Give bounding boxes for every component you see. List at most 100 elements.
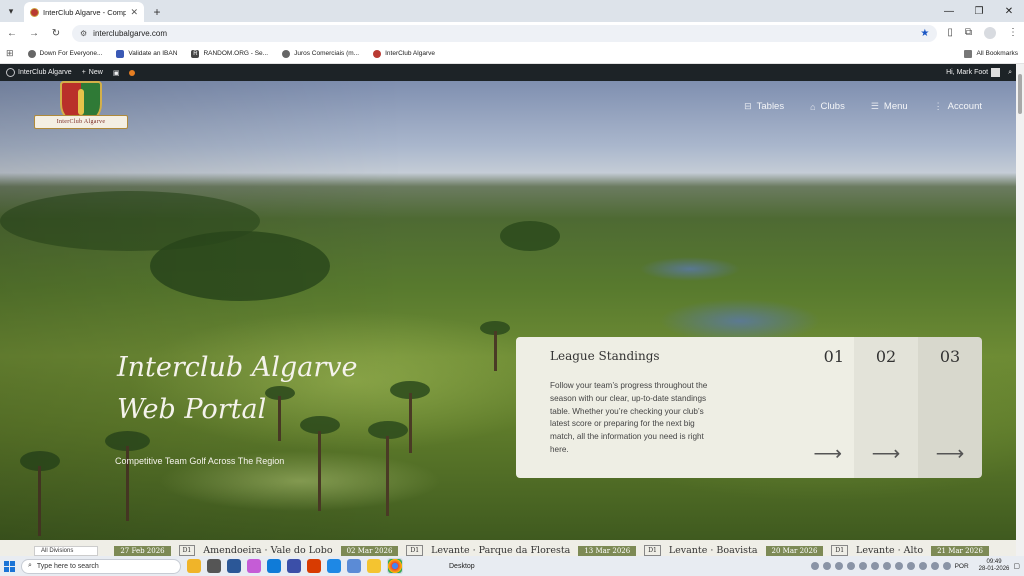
calculator-icon[interactable] bbox=[347, 559, 361, 573]
system-tray: POR 09:49 28-01-2026 ▢ bbox=[810, 559, 1020, 573]
globe-icon bbox=[27, 49, 36, 58]
league-standings-panel[interactable]: League Standings 01 Follow your team’s p… bbox=[516, 337, 854, 478]
apps-grid-icon[interactable]: ⊞ bbox=[6, 48, 14, 59]
user-avatar bbox=[991, 68, 1001, 77]
back-arrow-icon[interactable]: ← bbox=[6, 28, 18, 39]
nav-tables[interactable]: ⊟ Tables bbox=[744, 101, 784, 112]
wp-plugin-icon[interactable]: ▣ bbox=[113, 69, 120, 77]
taskbar-search-input[interactable]: ⌕ Type here to search bbox=[21, 558, 181, 574]
edge-icon[interactable] bbox=[267, 559, 281, 573]
fixture-division: D1 bbox=[831, 545, 849, 556]
nav-clubs[interactable]: ⌂ Clubs bbox=[810, 101, 845, 112]
site-favicon-icon bbox=[30, 7, 39, 17]
clock-time: 09:49 bbox=[986, 559, 1002, 565]
tray-app-icon[interactable] bbox=[882, 562, 891, 570]
tray-app-icon[interactable] bbox=[894, 562, 903, 570]
tray-app-icon[interactable] bbox=[810, 562, 819, 570]
fixture-match[interactable]: Levante · Parque da Floresta bbox=[431, 545, 570, 556]
random-org-icon: R bbox=[191, 49, 200, 58]
close-window-button[interactable]: ✕ bbox=[994, 0, 1024, 22]
bookmark-star-icon[interactable]: ★ bbox=[920, 28, 929, 39]
notifications-icon[interactable]: ▢ bbox=[1013, 562, 1020, 570]
wp-new-button[interactable]: + New bbox=[82, 69, 103, 76]
file-explorer-icon[interactable] bbox=[367, 559, 381, 573]
wp-status-dot-icon[interactable] bbox=[129, 69, 136, 76]
mail-icon[interactable] bbox=[327, 559, 341, 573]
wp-search-icon[interactable]: ⌕ bbox=[1008, 69, 1012, 77]
bookmark-item[interactable]: InterClub Algarve bbox=[373, 49, 435, 58]
panel-number: 02 bbox=[875, 347, 897, 366]
hero-title: Interclub Algarve Web Portal bbox=[117, 352, 358, 425]
tab-search-button[interactable]: ▾ bbox=[0, 0, 22, 22]
fixture-date: 21 Mar 2026 bbox=[931, 546, 989, 556]
bookmark-label: Down For Everyone... bbox=[39, 50, 103, 57]
bookmark-item[interactable]: Juros Comerciais (m... bbox=[282, 49, 359, 58]
bookmark-item[interactable]: Down For Everyone... bbox=[27, 49, 103, 58]
tray-app-icon[interactable] bbox=[858, 562, 867, 570]
tab-close-icon[interactable]: ✕ bbox=[130, 7, 138, 18]
outlook-icon[interactable] bbox=[287, 559, 301, 573]
new-tab-button[interactable]: + bbox=[148, 3, 166, 21]
forward-arrow-icon[interactable]: → bbox=[28, 28, 40, 39]
bookmark-item[interactable]: R RANDOM.ORG - Se... bbox=[191, 49, 268, 58]
cast-icon[interactable]: ▯ bbox=[947, 27, 953, 39]
language-indicator[interactable]: POR bbox=[955, 563, 969, 570]
feature-panel-03[interactable]: 03 ⟶ bbox=[918, 337, 982, 478]
wp-user-menu[interactable]: Hi, Mark Foot bbox=[946, 68, 1001, 77]
address-bar[interactable]: ⚙ interclubalgarve.com ★ bbox=[72, 24, 938, 42]
scrollbar-thumb[interactable] bbox=[1018, 74, 1022, 114]
arrow-right-icon[interactable]: ⟶ bbox=[813, 441, 842, 466]
all-bookmarks-button[interactable]: All Bookmarks bbox=[964, 49, 1018, 58]
plus-icon: + bbox=[81, 69, 86, 76]
scenery-tree-cluster bbox=[500, 221, 560, 251]
fixture-match[interactable]: Levante · Boavista bbox=[669, 545, 758, 556]
feature-panel-02[interactable]: 02 ⟶ bbox=[854, 337, 918, 478]
fixture-match[interactable]: Levante · Alto bbox=[856, 545, 923, 556]
reload-icon[interactable]: ↻ bbox=[50, 28, 62, 39]
fixture-date: 20 Mar 2026 bbox=[765, 546, 824, 556]
tray-app-icon[interactable] bbox=[834, 562, 843, 570]
wifi-icon[interactable] bbox=[930, 562, 939, 570]
site-info-icon[interactable]: ⚙ bbox=[80, 29, 87, 38]
chrome-menu-icon[interactable]: ⋮ bbox=[1008, 27, 1018, 39]
taskbar-search-placeholder: Type here to search bbox=[36, 562, 99, 570]
task-view-icon[interactable] bbox=[207, 559, 221, 573]
fixture-date: 27 Feb 2026 bbox=[114, 546, 171, 556]
tray-app-icon[interactable] bbox=[918, 562, 927, 570]
wp-site-link[interactable]: InterClub Algarve bbox=[6, 68, 72, 77]
copilot-icon[interactable] bbox=[187, 559, 201, 573]
security-app-icon[interactable] bbox=[227, 559, 241, 573]
tray-app-icon[interactable] bbox=[906, 562, 915, 570]
desktop-toolbar-label[interactable]: Desktop bbox=[449, 563, 475, 570]
fixture-match[interactable]: Amendoeira · Vale do Lobo bbox=[203, 545, 332, 556]
wp-site-name: InterClub Algarve bbox=[18, 69, 72, 76]
arrow-right-icon[interactable]: ⟶ bbox=[854, 441, 918, 466]
palm-trunk bbox=[386, 436, 389, 516]
minimize-button[interactable]: — bbox=[934, 0, 964, 22]
restore-button[interactable]: ❐ bbox=[964, 0, 994, 22]
store-icon[interactable] bbox=[307, 559, 321, 573]
page-scrollbar[interactable] bbox=[1016, 64, 1024, 556]
volume-icon[interactable] bbox=[942, 562, 951, 570]
bookmark-item[interactable]: Validate an IBAN bbox=[116, 49, 177, 58]
browser-tab-active[interactable]: InterClub Algarve - Competitiv ✕ bbox=[24, 2, 144, 22]
teams-icon[interactable] bbox=[247, 559, 261, 573]
nav-menu[interactable]: ☰ Menu bbox=[871, 101, 908, 112]
nav-account[interactable]: ⋮ Account bbox=[934, 101, 982, 112]
globe-icon bbox=[282, 49, 291, 58]
tray-app-icon[interactable] bbox=[870, 562, 879, 570]
extensions-icon[interactable]: ⧉ bbox=[965, 27, 972, 39]
windows-start-icon[interactable] bbox=[4, 560, 15, 572]
windows-taskbar: ⌕ Type here to search Desktop POR 09:49 … bbox=[0, 556, 1024, 576]
profile-avatar-icon[interactable] bbox=[984, 27, 996, 39]
taskbar-clock[interactable]: 09:49 28-01-2026 bbox=[979, 559, 1010, 573]
scenery-tree-cluster bbox=[0, 191, 260, 251]
site-logo[interactable]: InterClub Algarve bbox=[34, 81, 128, 137]
nav-label: Clubs bbox=[820, 101, 845, 112]
panel-description: Follow your team’s progress throughout t… bbox=[550, 381, 708, 454]
chrome-taskbar-button[interactable] bbox=[387, 558, 403, 574]
arrow-right-icon[interactable]: ⟶ bbox=[918, 441, 982, 466]
division-select[interactable]: All Divisions bbox=[34, 546, 99, 556]
tray-app-icon[interactable] bbox=[846, 562, 855, 570]
tray-app-icon[interactable] bbox=[822, 562, 831, 570]
